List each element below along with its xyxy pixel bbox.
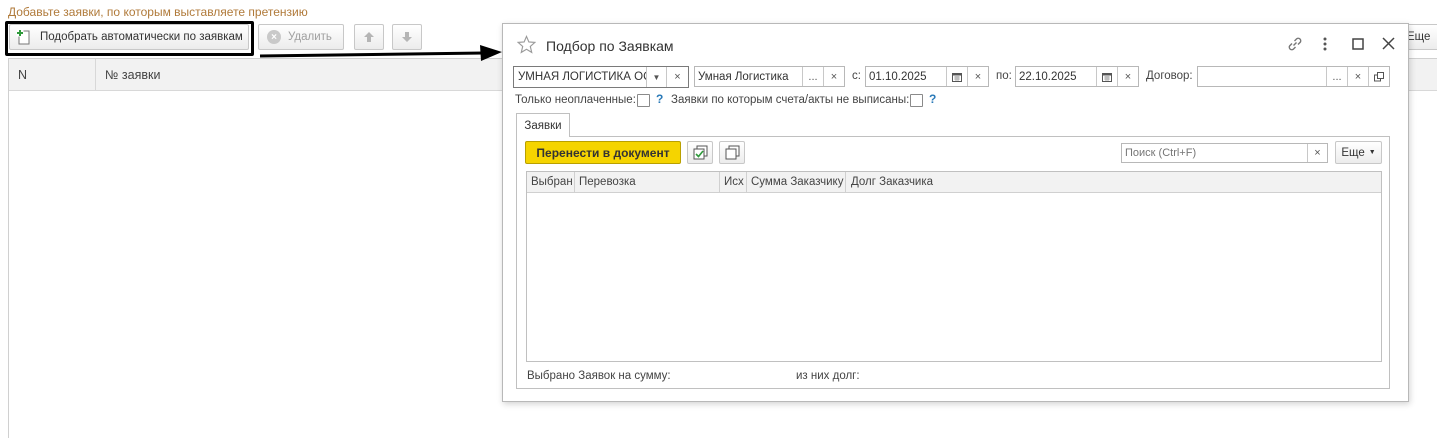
date-from-field[interactable]: 01.10.2025 × xyxy=(865,66,989,87)
main-col-request-no[interactable]: № заявки xyxy=(105,68,160,82)
favorite-star-icon[interactable] xyxy=(517,35,536,54)
search-field[interactable]: × xyxy=(1121,143,1328,163)
search-clear-icon[interactable]: × xyxy=(1307,144,1327,162)
unpaid-help-icon[interactable]: ? xyxy=(656,92,663,106)
add-doc-icon xyxy=(16,29,32,45)
org-clear-icon[interactable]: × xyxy=(666,67,688,87)
contract-open-icon[interactable] xyxy=(1368,67,1389,86)
pointer-arrow xyxy=(259,45,502,61)
close-icon[interactable] xyxy=(1382,37,1395,50)
to-label: по: xyxy=(996,70,1012,82)
uncheck-all-icon xyxy=(725,145,739,160)
kebab-menu-icon[interactable] xyxy=(1321,36,1329,52)
col-customer-debt[interactable]: Долг Заказчика xyxy=(851,176,933,188)
unpaid-label: Только неоплаченные: xyxy=(515,94,636,106)
contract-select-icon[interactable]: ... xyxy=(1326,67,1347,86)
debt-label: из них долг: xyxy=(796,370,860,382)
contract-label: Договор: xyxy=(1146,70,1193,82)
uncheck-all-button[interactable] xyxy=(719,141,745,164)
org-dropdown-icon[interactable]: ▼ xyxy=(646,67,666,87)
date-to-field[interactable]: 22.10.2025 × xyxy=(1015,66,1139,87)
requests-table-header: Выбран Перевозка Исх Сумма Заказчику Дол… xyxy=(527,172,1381,193)
autopick-button[interactable]: Подобрать автоматически по заявкам xyxy=(9,24,249,50)
check-all-icon xyxy=(693,145,707,160)
contract-clear-icon[interactable]: × xyxy=(1347,67,1368,86)
search-input[interactable] xyxy=(1122,147,1307,159)
no-invoice-help-icon[interactable]: ? xyxy=(929,92,936,106)
selected-sum-label: Выбрано Заявок на сумму: xyxy=(527,370,671,382)
col-selected[interactable]: Выбран xyxy=(531,176,573,188)
calendar-from-icon[interactable] xyxy=(946,67,967,86)
maximize-icon[interactable] xyxy=(1352,38,1364,50)
transfer-label: Перенести в документ xyxy=(536,145,670,160)
counterparty-clear-icon[interactable]: × xyxy=(823,67,844,86)
org-value: УМНАЯ ЛОГИСТИКА ОС xyxy=(518,71,646,83)
calendar-to-icon[interactable] xyxy=(1096,67,1117,86)
counterparty-value: Умная Логистика xyxy=(698,70,789,83)
tab-requests-label: Заявки xyxy=(524,119,562,132)
date-from-clear-icon[interactable]: × xyxy=(967,67,988,86)
col-shipment[interactable]: Перевозка xyxy=(579,176,636,188)
transfer-button[interactable]: Перенести в документ xyxy=(525,141,681,164)
top-link[interactable]: Добавьте заявки, по которым выставляете … xyxy=(8,5,308,19)
no-invoice-label: Заявки по которым счета/акты не выписаны… xyxy=(671,94,910,106)
col-customer-sum[interactable]: Сумма Заказчику xyxy=(751,176,843,188)
col-outgoing[interactable]: Исх xyxy=(724,176,744,188)
tab-requests[interactable]: Заявки xyxy=(516,113,570,137)
no-invoice-checkbox[interactable] xyxy=(910,94,923,107)
org-field[interactable]: УМНАЯ ЛОГИСТИКА ОС ▼ × xyxy=(513,66,689,88)
dialog-more-button[interactable]: Еще ▼ xyxy=(1335,141,1382,164)
main-col-n[interactable]: N xyxy=(18,68,27,82)
contract-field[interactable]: ... × xyxy=(1197,66,1390,87)
chevron-down-icon: ▼ xyxy=(1368,149,1376,156)
counterparty-select-icon[interactable]: ... xyxy=(802,67,823,86)
main-more-label: Еще xyxy=(1407,31,1431,43)
date-from-value: 01.10.2025 xyxy=(869,70,927,83)
dialog-title: Подбор по Заявкам xyxy=(546,38,674,54)
autopick-label: Подобрать автоматически по заявкам xyxy=(40,31,243,43)
tab-panel: Перенести в документ × Еще ▼ xyxy=(516,136,1390,389)
counterparty-field[interactable]: Умная Логистика ... × xyxy=(694,66,845,87)
link-icon[interactable] xyxy=(1286,35,1304,53)
requests-table: Выбран Перевозка Исх Сумма Заказчику Дол… xyxy=(526,171,1382,362)
unpaid-checkbox[interactable] xyxy=(637,94,650,107)
dialog-more-label: Еще xyxy=(1341,146,1365,159)
picker-dialog: Подбор по Заявкам УМНАЯ ЛОГИСТИКА ОС ▼ ×… xyxy=(502,23,1409,402)
from-label: с: xyxy=(852,70,861,82)
check-all-button[interactable] xyxy=(687,141,713,164)
date-to-clear-icon[interactable]: × xyxy=(1117,67,1138,86)
date-to-value: 22.10.2025 xyxy=(1019,70,1077,83)
